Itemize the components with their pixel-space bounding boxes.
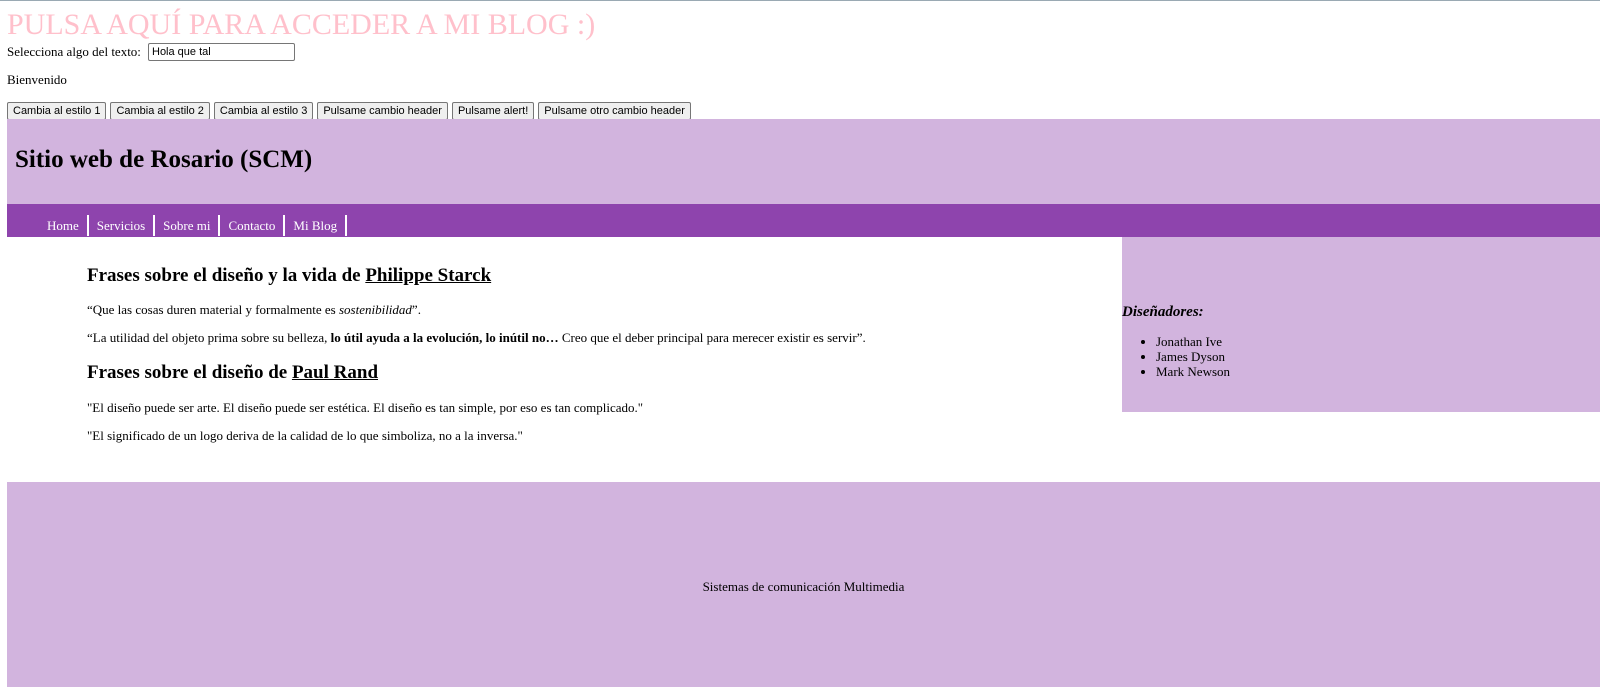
footer-text: Sistemas de comunicación Multimedia — [702, 579, 905, 594]
paul-rand-link[interactable]: Paul Rand — [292, 362, 378, 383]
style-3-button[interactable]: Cambia al estilo 3 — [213, 102, 314, 120]
select-text-row: Selecciona algo del texto: — [7, 42, 295, 62]
section-title-starck: Frases sobre el diseño y la vida de Phil… — [87, 264, 491, 288]
nav-item-mi-blog[interactable]: Mi Blog — [285, 215, 348, 236]
other-change-header-button[interactable]: Pulsame otro cambio header — [538, 102, 691, 120]
quote-text: Creo que el deber principal para merecer… — [558, 330, 866, 345]
nav-item-sobre-mi[interactable]: Sobre mi — [155, 215, 221, 236]
site-header: Sitio web de Rosario (SCM) — [7, 119, 1600, 204]
quote-text: ”. — [411, 302, 421, 317]
style-1-button[interactable]: Cambia al estilo 1 — [7, 102, 107, 120]
nav-item-label[interactable]: Sobre mi — [163, 218, 210, 233]
designers-title: Diseñadores: — [1122, 304, 1204, 320]
site-title: Sitio web de Rosario (SCM) — [15, 146, 313, 173]
list-item: Jonathan Ive — [1156, 334, 1230, 349]
change-header-button[interactable]: Pulsame cambio header — [317, 102, 448, 120]
style-2-button[interactable]: Cambia al estilo 2 — [110, 102, 210, 120]
main-content: Frases sobre el diseño y la vida de Phil… — [7, 237, 1122, 482]
list-item: Mark Newson — [1156, 364, 1230, 379]
designers-list: Jonathan Ive James Dyson Mark Newson — [1122, 334, 1230, 379]
quote-strong: lo útil ayuda a la evolución, lo inútil … — [330, 330, 559, 345]
nav-item-servicios[interactable]: Servicios — [89, 215, 156, 236]
rand-quote-1: "El diseño puede ser arte. El diseño pue… — [87, 400, 644, 415]
nav-item-label[interactable]: Home — [47, 218, 79, 233]
quote-text: “La utilidad del objeto prima sobre su b… — [87, 330, 331, 345]
style-buttons-row: Cambia al estilo 1 Cambia al estilo 2 Camb… — [7, 101, 695, 120]
main-nav: Home Servicios Sobre mi Contacto Mi Blog — [7, 204, 1600, 237]
select-text-label: Selecciona algo del texto: — [7, 44, 141, 59]
alert-button[interactable]: Pulsame alert! — [451, 102, 535, 120]
nav-list: Home Servicios Sobre mi Contacto Mi Blog — [7, 215, 348, 236]
section-title-rand: Frases sobre el diseño de Paul Rand — [87, 361, 378, 385]
nav-item-label[interactable]: Servicios — [97, 218, 145, 233]
designers-sidebar: Diseñadores: Jonathan Ive James Dyson Ma… — [1122, 237, 1600, 412]
quote-text: “Que las cosas duren material y formalme… — [87, 302, 339, 317]
nav-item-home[interactable]: Home — [39, 215, 89, 236]
starck-quote-1: “Que las cosas duren material y formalme… — [87, 301, 421, 319]
section-title-text: Frases sobre el diseño y la vida de — [87, 265, 366, 286]
list-item: James Dyson — [1156, 349, 1230, 364]
nav-item-contacto[interactable]: Contacto — [220, 215, 286, 236]
select-text-input[interactable] — [148, 43, 295, 61]
philippe-starck-link[interactable]: Philippe Starck — [365, 265, 491, 286]
blog-link[interactable]: PULSA AQUÍ PARA ACCEDER A MI BLOG :) — [7, 7, 595, 43]
section-title-text: Frases sobre el diseño de — [87, 362, 292, 383]
top-border — [0, 0, 1600, 1]
quote-emphasis: sostenibilidad — [338, 302, 412, 317]
starck-quote-2: “La utilidad del objeto prima sobre su b… — [87, 329, 866, 347]
rand-quote-2: "El significado de un logo deriva de la … — [87, 428, 523, 443]
site-footer: Sistemas de comunicación Multimedia — [7, 482, 1600, 687]
nav-item-label[interactable]: Contacto — [228, 218, 275, 233]
nav-item-label[interactable]: Mi Blog — [293, 218, 337, 233]
welcome-text: Bienvenido — [7, 72, 67, 87]
